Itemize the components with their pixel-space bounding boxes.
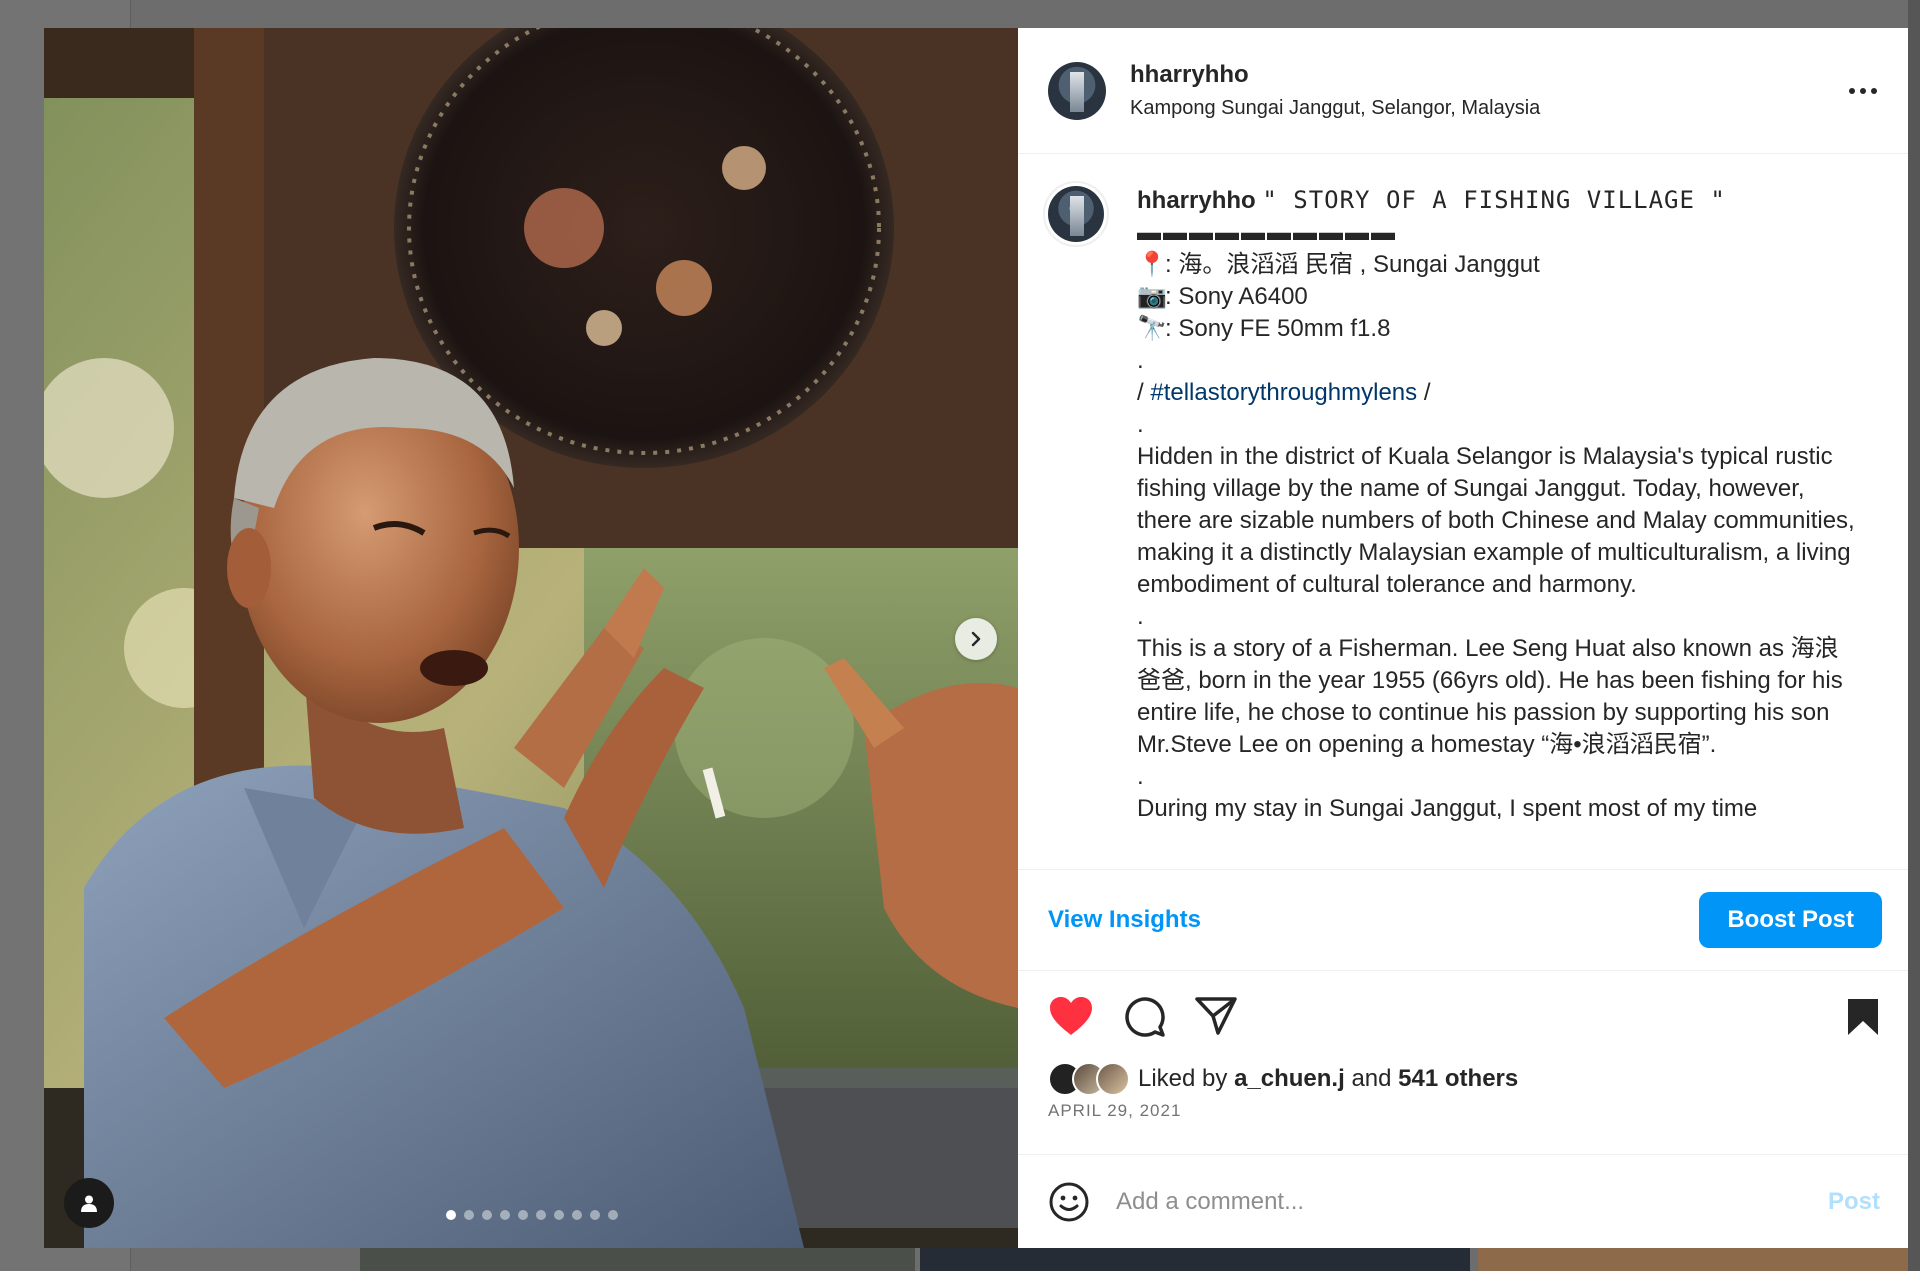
likes-prefix: Liked by [1138,1065,1235,1092]
boost-post-button[interactable]: Boost Post [1699,892,1882,948]
liker-avatars [1048,1062,1130,1096]
likes-text: Liked by a_chuen.j and 541 others [1138,1065,1518,1093]
caption-username[interactable]: hharryhho [1137,187,1256,214]
caption-dot: . [1137,347,1144,374]
caption-paragraph: Hidden in the district of Kuala Selangor… [1137,443,1855,598]
more-icon [1849,88,1877,94]
carousel-dot [572,1210,582,1220]
caption-paragraph: This is a story of a Fisherman. Lee Seng… [1137,635,1843,758]
photo-scene [44,28,1018,1248]
insights-row: View Insights Boost Post [1018,869,1908,971]
avatar[interactable] [1048,61,1106,120]
user-tag-button[interactable] [64,1178,114,1228]
likes-others-link[interactable]: 541 others [1398,1065,1518,1092]
more-options-button[interactable] [1848,76,1878,96]
post-header: hharryhho Kampong Sungai Janggut, Selang… [1018,28,1908,154]
likes-summary[interactable]: Liked by a_chuen.j and 541 others [1018,1061,1908,1097]
caption-divider: ▬▬▬▬▬▬▬▬▬▬ [1137,219,1397,246]
caption-hashtag-line: / #tellastorythroughmylens / [1137,377,1857,409]
caption-camera-line: 📷: Sony A6400 [1137,281,1857,313]
comment-composer: Add a comment... Post [1018,1154,1908,1248]
carousel-dot [536,1210,546,1220]
caption-location-line: 📍: 海。浪滔滔 民宿 , Sungai Janggut [1137,249,1857,281]
caption-dot: . [1137,411,1144,438]
avatar [1048,186,1104,242]
caption-scroll-area[interactable]: hharryhho " STORY OF A FISHING VILLAGE "… [1018,154,1908,869]
camera-icon: 📷 [1137,283,1167,310]
post-side-panel: hharryhho Kampong Sungai Janggut, Selang… [1018,28,1908,1248]
user-tag-icon [81,1195,97,1212]
view-insights-link[interactable]: View Insights [1048,906,1201,934]
carousel-dot [590,1210,600,1220]
pin-icon: 📍 [1137,251,1167,278]
username-link[interactable]: hharryhho [1130,61,1540,89]
save-button[interactable] [1846,997,1880,1042]
carousel-dot [500,1210,510,1220]
share-button[interactable] [1194,994,1238,1038]
carousel-next-button[interactable] [955,618,997,660]
caption-dot: . [1137,763,1144,790]
caption-lens-line: 🔭: Sony FE 50mm f1.8 [1137,313,1857,345]
carousel-dot [482,1210,492,1220]
avatar [1096,1062,1130,1096]
post-actions [1018,971,1908,1061]
bookmark-icon [1848,999,1878,1035]
post-date: APRIL 29, 2021 [1048,1101,1182,1120]
telescope-icon: 🔭 [1137,315,1167,342]
carousel-dot [464,1210,474,1220]
likes-and: and [1344,1065,1399,1092]
emoji-icon[interactable] [1048,1181,1090,1223]
carousel-dot [446,1210,456,1220]
post-comment-button[interactable]: Post [1828,1188,1880,1216]
backdrop-thumbnail [360,1248,915,1271]
caption-dot: . [1137,603,1144,630]
post-modal: hharryhho Kampong Sungai Janggut, Selang… [44,28,1908,1248]
caption-avatar[interactable] [1043,181,1109,247]
heart-icon [1050,997,1092,1035]
caption-text: hharryhho " STORY OF A FISHING VILLAGE "… [1137,184,1857,825]
comment-button[interactable] [1122,994,1166,1038]
hashtag-prefix: / [1137,379,1151,406]
post-header-text: hharryhho Kampong Sungai Janggut, Selang… [1130,61,1540,120]
caption-title: " STORY OF A FISHING VILLAGE " [1262,186,1726,214]
hashtag-suffix: / [1417,379,1431,406]
carousel-dot [608,1210,618,1220]
caption-line-text: : 海。浪滔滔 民宿 , Sungai Janggut [1165,251,1540,278]
share-icon [1195,997,1237,1035]
carousel-dot [518,1210,528,1220]
caption-paragraph: During my stay in Sungai Janggut, I spen… [1137,795,1758,822]
caption-line-text: : Sony A6400 [1165,283,1308,310]
location-link[interactable]: Kampong Sungai Janggut, Selangor, Malays… [1130,97,1540,120]
backdrop-right-edge [1908,0,1920,1271]
carousel-dot [554,1210,564,1220]
chevron-right-icon [971,631,981,647]
comment-input[interactable]: Add a comment... [1116,1188,1828,1216]
backdrop-thumbnail [1478,1248,1908,1271]
carousel-indicator [446,1210,618,1220]
backdrop-thumbnail [920,1248,1470,1271]
hashtag-link[interactable]: #tellastorythroughmylens [1150,379,1417,406]
post-photo [44,28,1018,1248]
caption-line-text: : Sony FE 50mm f1.8 [1165,315,1391,342]
like-button[interactable] [1048,995,1094,1037]
liker-username[interactable]: a_chuen.j [1234,1065,1345,1092]
comment-icon [1125,997,1165,1037]
